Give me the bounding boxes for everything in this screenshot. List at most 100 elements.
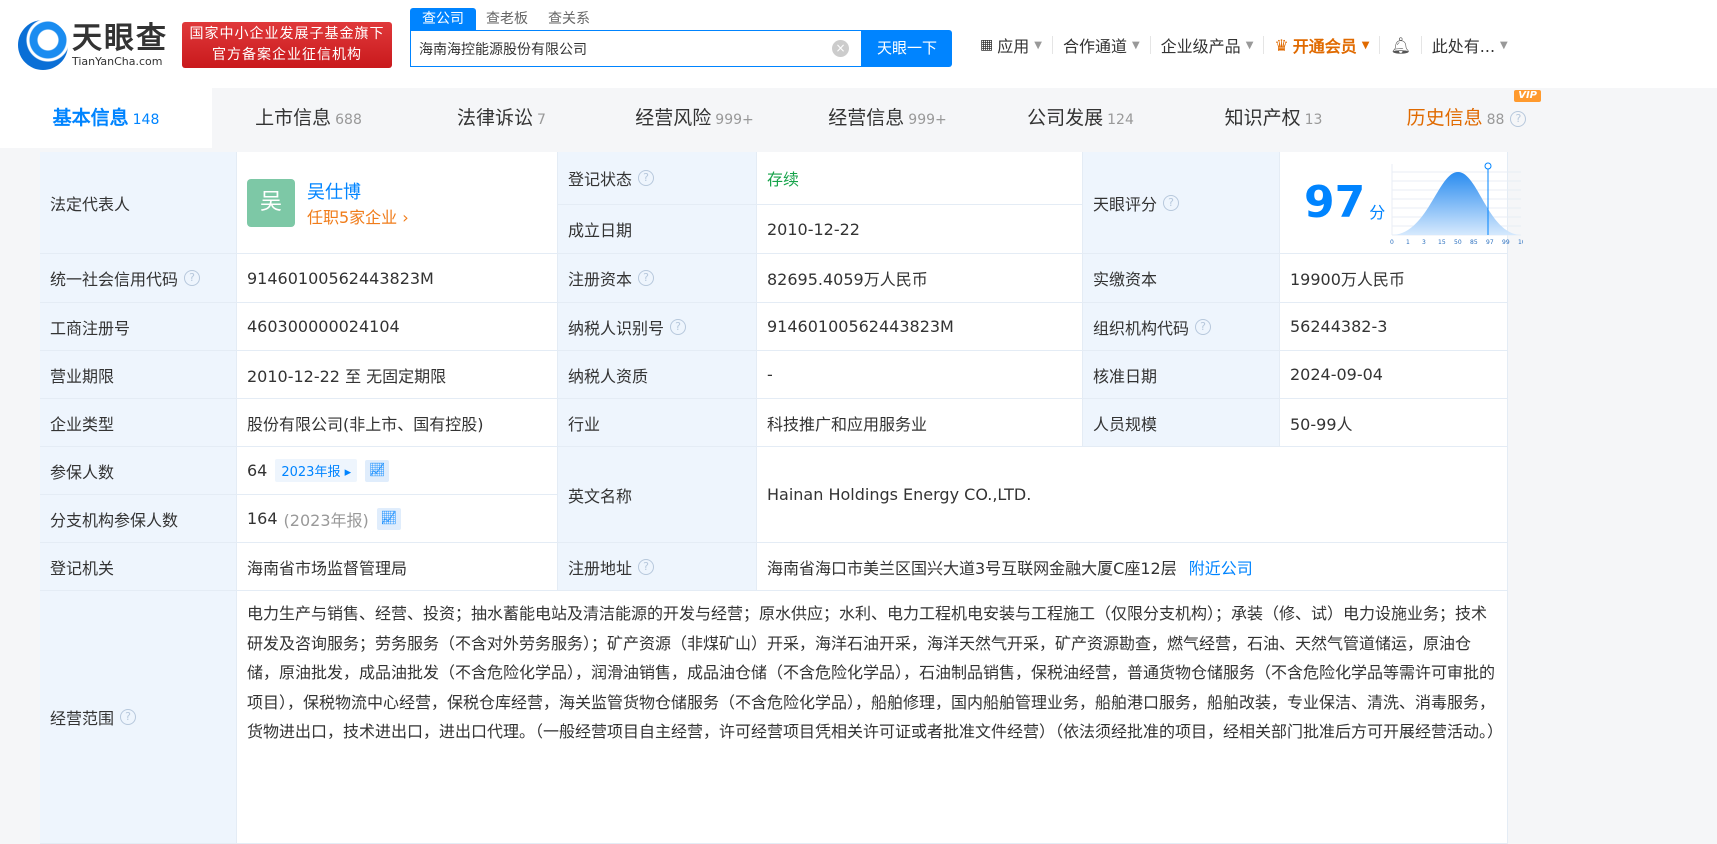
- score-axis-tick: 85: [1470, 239, 1478, 246]
- score-value: 97: [1304, 177, 1366, 228]
- help-icon[interactable]: ?: [1195, 318, 1212, 335]
- tab-basic-info[interactable]: 基本信息 148: [0, 88, 212, 148]
- notification-bell[interactable]: 🔔︎: [1380, 35, 1422, 55]
- apps-grid-icon: ▦: [980, 37, 994, 53]
- label-text: 纳税人识别号: [568, 318, 665, 338]
- trend-chart-icon[interactable]: 📈︎: [376, 507, 401, 530]
- label-text: 注册地址: [568, 558, 633, 578]
- nav-apps[interactable]: ▦ 应用 ▼: [970, 36, 1053, 56]
- label-reg-status: 登记状态?: [558, 152, 757, 205]
- tab-count: 13: [1304, 112, 1323, 128]
- tag-text: 2023年报: [281, 465, 341, 480]
- label-tax-id: 纳税人识别号?: [558, 303, 757, 351]
- reg-capital: 82695.4059万人民币: [757, 254, 1083, 303]
- label-text: 登记状态: [568, 170, 633, 189]
- help-icon[interactable]: ?: [1163, 194, 1180, 211]
- tab-label: 经营风险: [635, 107, 712, 129]
- tab-count: 124: [1107, 112, 1134, 128]
- label-capital: 注册资本?: [558, 254, 757, 303]
- legal-rep-positions-link[interactable]: 任职5家企业 ›: [307, 204, 409, 228]
- biz-reg-no: 460300000024104: [237, 303, 558, 351]
- label-company-type: 企业类型: [40, 399, 237, 447]
- nav-user[interactable]: 此处有... ▼: [1422, 36, 1518, 56]
- search-tab-company[interactable]: 查公司: [410, 8, 476, 30]
- tab-history[interactable]: VIP 历史信息 88?: [1370, 88, 1563, 148]
- logo[interactable]: 天眼查 TianYanCha.com: [18, 20, 168, 70]
- search-tab-relation[interactable]: 查关系: [538, 8, 600, 30]
- score-axis-tick: 100: [1518, 239, 1523, 246]
- tab-count: 999+: [908, 112, 947, 128]
- badge-line1: 国家中小企业发展子基金旗下: [189, 26, 385, 42]
- reg-status: 存续: [757, 152, 1083, 205]
- help-icon[interactable]: ?: [184, 270, 201, 286]
- label-authority: 登记机关: [40, 543, 237, 591]
- annual-report-tag[interactable]: 2023年报 ▸: [275, 459, 358, 482]
- tab-label: 历史信息: [1406, 107, 1483, 129]
- caret-down-icon: ▼: [1034, 39, 1042, 51]
- help-icon[interactable]: ?: [638, 170, 655, 186]
- staff-size: 50-99人: [1280, 399, 1508, 447]
- label-text: 天眼评分: [1093, 194, 1158, 214]
- score-cell[interactable]: 97 分 0 1 3 15 50 85 97 99 100: [1280, 152, 1523, 254]
- tab-operation[interactable]: 经营信息 999+: [791, 88, 984, 148]
- bell-icon: 🔔︎: [1390, 35, 1411, 55]
- tax-qualification: -: [757, 351, 1083, 399]
- label-tax-qual: 纳税人资质: [558, 351, 757, 399]
- label-english-name: 英文名称: [558, 447, 757, 543]
- caret-down-icon: ▼: [1361, 39, 1370, 51]
- help-icon[interactable]: ?: [638, 558, 655, 575]
- credit-code: 91460100562443823M: [237, 254, 558, 303]
- nearby-companies-link[interactable]: 附近公司: [1189, 555, 1253, 579]
- branch-insured-cell: 164 (2023年报) 📈︎: [237, 495, 558, 543]
- business-term: 2010-12-22 至 无固定期限: [237, 351, 558, 399]
- tab-label: 上市信息: [255, 107, 332, 129]
- tab-risk[interactable]: 经营风险 999+: [598, 88, 791, 148]
- tab-count: 148: [132, 112, 160, 128]
- english-name: Hainan Holdings Energy CO.,LTD.: [757, 447, 1508, 543]
- search-button[interactable]: 天眼一下: [862, 30, 952, 67]
- company-type: 股份有限公司(非上市、国有控股): [237, 399, 558, 447]
- label-term: 营业期限: [40, 351, 237, 399]
- nav-partner[interactable]: 合作通道 ▼: [1053, 36, 1151, 56]
- label-text: 经营范围: [50, 709, 115, 728]
- section-tabs: 基本信息 148 上市信息 688 法律诉讼 7 经营风险 999+ 经营信息 999+ …: [0, 88, 1717, 148]
- logo-title: 天眼查: [72, 20, 168, 56]
- badge-line2: 官方备案企业征信机构: [212, 47, 362, 63]
- help-icon[interactable]: ?: [1510, 110, 1527, 127]
- industry: 科技推广和应用服务业: [757, 399, 1083, 447]
- label-approve-date: 核准日期: [1083, 351, 1280, 399]
- label-org-code: 组织机构代码?: [1083, 303, 1280, 351]
- score-axis-tick: 50: [1454, 239, 1462, 246]
- help-icon[interactable]: ?: [670, 318, 687, 335]
- tax-id: 91460100562443823M: [757, 303, 1083, 351]
- tab-listing[interactable]: 上市信息 688: [212, 88, 405, 148]
- legal-rep-cell: 吴 吴仕博 任职5家企业 ›: [237, 152, 558, 254]
- tab-count: 688: [335, 112, 362, 128]
- help-icon[interactable]: ?: [638, 270, 655, 286]
- nav-vip[interactable]: ♛ 开通会员 ▼: [1264, 35, 1381, 56]
- score-axis-tick: 3: [1422, 239, 1426, 246]
- clear-icon[interactable]: ×: [832, 40, 849, 57]
- nav-label: 应用: [997, 37, 1030, 56]
- official-badge[interactable]: 国家中小企业发展子基金旗下 官方备案企业征信机构: [182, 22, 392, 68]
- help-icon[interactable]: ?: [120, 709, 137, 725]
- tab-legal[interactable]: 法律诉讼 7: [405, 88, 598, 148]
- tab-ip[interactable]: 知识产权 13: [1177, 88, 1370, 148]
- search-tab-boss[interactable]: 查老板: [476, 8, 538, 30]
- trend-chart-icon[interactable]: 📈︎: [365, 459, 390, 482]
- nav-label: 此处有...: [1431, 37, 1496, 56]
- score-axis-tick: 15: [1438, 239, 1446, 246]
- score-axis-tick: 97: [1486, 239, 1494, 246]
- nav-enterprise[interactable]: 企业级产品 ▼: [1151, 36, 1265, 56]
- label-address: 注册地址?: [558, 543, 757, 591]
- label-industry: 行业: [558, 399, 757, 447]
- tab-development[interactable]: 公司发展 124: [984, 88, 1177, 148]
- score-unit: 分: [1369, 202, 1386, 222]
- legal-rep-name[interactable]: 吴仕博: [307, 178, 409, 204]
- search-input[interactable]: 海南海控能源股份有限公司 ×: [410, 30, 862, 67]
- tab-label: 知识产权: [1224, 107, 1301, 129]
- crown-icon: ♛: [1274, 35, 1289, 55]
- paid-capital: 19900万人民币: [1280, 254, 1508, 303]
- label-found-date: 成立日期: [558, 205, 757, 254]
- approve-date: 2024-09-04: [1280, 351, 1508, 399]
